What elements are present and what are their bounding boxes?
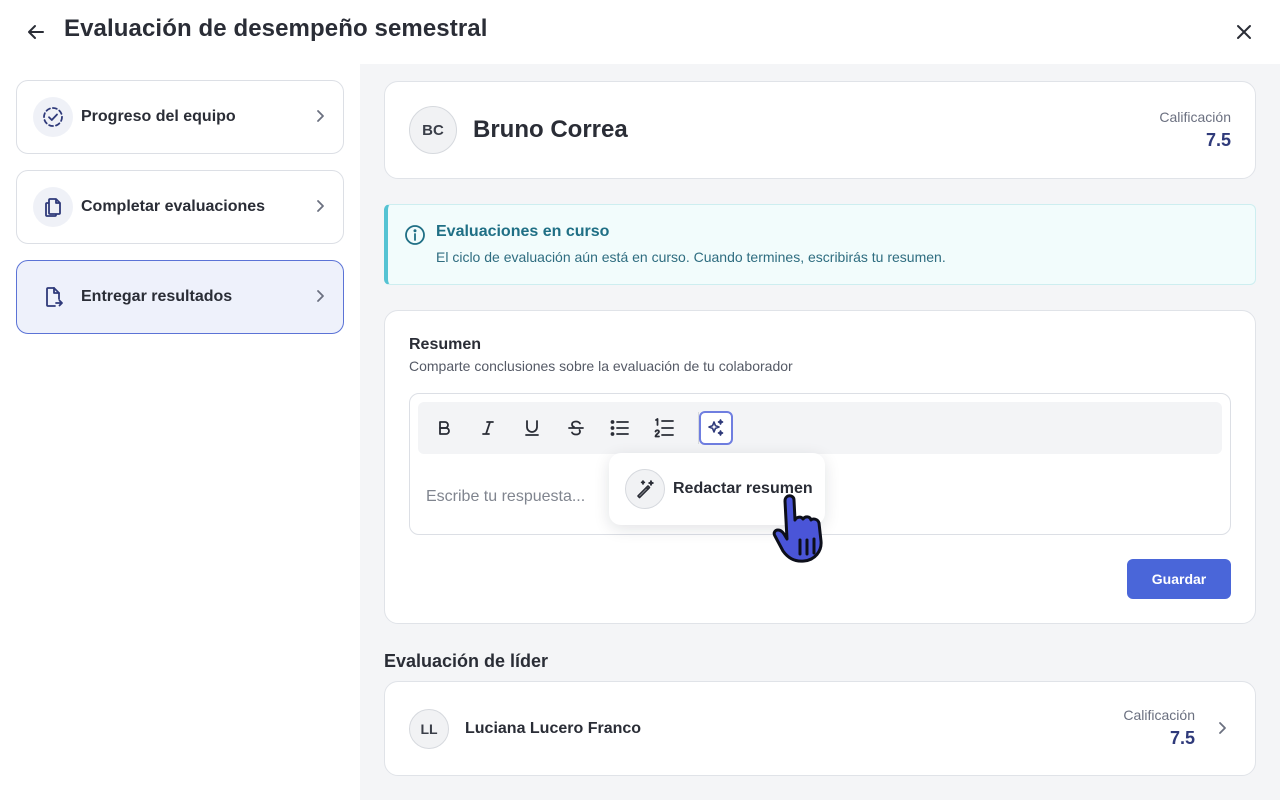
ai-draft-summary-option[interactable]: Redactar resumen [609,453,825,525]
bullet-list-icon [610,420,629,436]
close-icon [1237,25,1251,39]
sidebar-item-entregar[interactable]: Entregar resultados [16,260,344,334]
sidebar-item-label: Entregar resultados [81,288,233,305]
info-banner: Evaluaciones en curso El ciclo de evalua… [384,204,1256,285]
sidebar-item-progreso[interactable]: Progreso del equipo [16,80,344,154]
sidebar: Progreso del equipo Completar evaluacion… [0,64,360,800]
summary-subtitle: Comparte conclusiones sobre la evaluació… [409,358,793,374]
avatar: BC [409,106,457,154]
grade-value: 7.5 [1169,728,1195,748]
copy-documents-icon [33,187,73,227]
strikethrough-button[interactable] [559,411,593,445]
chevron-right-icon [317,110,324,122]
magic-wand-icon [625,469,665,509]
bold-icon [439,421,450,435]
sidebar-item-label: Progreso del equipo [81,108,236,125]
bullet-list-button[interactable] [603,411,637,445]
document-arrow-icon [33,277,73,317]
ai-draft-summary-label: Redactar resumen [673,480,813,497]
info-icon [405,225,425,245]
sidebar-item-label: Completar evaluaciones [81,198,266,215]
page-title: Evaluación de desempeño semestral [64,15,488,42]
leader-section-title: Evaluación de líder [384,651,549,671]
editor-toolbar [418,402,1222,454]
editor-placeholder: Escribe tu respuesta... [426,488,586,505]
italic-icon [482,421,494,435]
bold-button[interactable] [427,411,461,445]
back-button[interactable] [22,18,50,46]
strikethrough-icon [568,420,584,436]
summary-card: Resumen Comparte conclusiones sobre la e… [384,310,1256,624]
arrow-left-icon [28,25,44,39]
profile-name: Bruno Correa [473,116,628,143]
grade-value: 7.5 [1205,130,1231,150]
dashed-circle-check-icon [33,97,73,137]
grade-label: Calificación [1159,109,1231,125]
avatar: LL [409,709,449,749]
info-text: El ciclo de evaluación aún está en curso… [436,249,946,265]
numbered-list-icon [654,418,674,438]
chevron-right-icon [317,290,324,302]
sidebar-item-completar[interactable]: Completar evaluaciones [16,170,344,244]
close-button[interactable] [1230,18,1258,46]
underline-icon [525,420,539,436]
leader-evaluation-row[interactable]: LL Luciana Lucero Franco Calificación 7.… [384,681,1256,776]
main-content: BC Bruno Correa Calificación 7.5 Evaluac… [360,64,1280,800]
sparkles-icon [708,419,724,436]
ai-assist-button[interactable] [699,411,733,445]
numbered-list-button[interactable] [647,411,681,445]
info-title: Evaluaciones en curso [436,223,610,240]
underline-button[interactable] [515,411,549,445]
top-bar: Evaluación de desempeño semestral [0,0,1280,64]
profile-card: BC Bruno Correa Calificación 7.5 [384,81,1256,179]
chevron-right-icon [317,200,324,212]
grade-label: Calificación [1123,707,1195,723]
italic-button[interactable] [471,411,505,445]
chevron-right-icon [1219,722,1226,734]
summary-title: Resumen [409,336,482,353]
leader-name: Luciana Lucero Franco [465,720,642,737]
save-button[interactable]: Guardar [1127,559,1231,599]
